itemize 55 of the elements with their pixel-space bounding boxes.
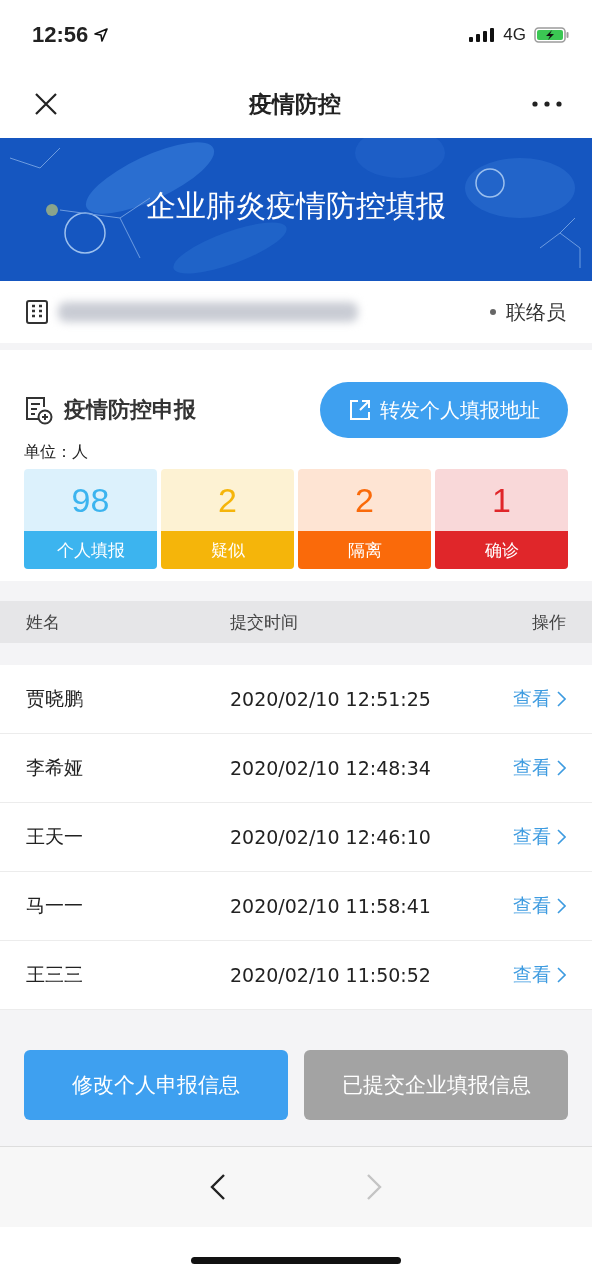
unit-label: 单位：人: [24, 442, 89, 463]
view-label: 查看: [513, 686, 551, 711]
role-label: 联络员: [506, 298, 566, 326]
view-label: 查看: [513, 893, 551, 918]
back-icon[interactable]: [210, 1173, 226, 1201]
status-time: 12:56: [32, 22, 89, 48]
banner-title: 企业肺炎疫情防控填报: [146, 187, 446, 225]
name-cell-text: 李希娅: [26, 755, 84, 780]
chevron-right-icon: [557, 967, 566, 983]
view-link[interactable]: 查看: [506, 824, 566, 850]
share-icon: [348, 398, 372, 422]
chevron-right-icon: [557, 829, 566, 845]
stat-label: 隔离: [298, 531, 431, 569]
view-link[interactable]: 查看: [506, 893, 566, 919]
stat-label: 疑似: [161, 531, 294, 569]
chevron-right-icon: [557, 691, 566, 707]
stat-value: 2: [217, 479, 238, 521]
network-label: 4G: [503, 25, 526, 45]
name-cell-text: 王天一: [26, 824, 84, 849]
stat-value: 1: [491, 479, 512, 521]
time-cell-text: 2020/02/10 12:51:25: [230, 688, 432, 710]
view-label: 查看: [513, 755, 551, 780]
view-link[interactable]: 查看: [506, 755, 566, 781]
page-title: 疫情防控: [249, 89, 341, 119]
section-title: 疫情防控申报: [64, 396, 196, 424]
name-cell-text: 马一一: [26, 893, 84, 918]
stat-label: 确诊: [435, 531, 568, 569]
stat-value: 98: [70, 479, 111, 521]
chevron-right-icon: [557, 898, 566, 914]
form-add-icon: [24, 395, 54, 425]
column-header: 提交时间: [230, 610, 299, 634]
time-cell-text: 2020/02/10 11:58:41: [230, 895, 432, 917]
time-cell-text: 2020/02/10 11:50:52: [230, 964, 432, 986]
column-header: 姓名: [26, 610, 61, 634]
bullet-icon: [490, 309, 496, 315]
time-cell-text: 2020/02/10 12:48:34: [230, 757, 432, 779]
more-icon[interactable]: [532, 101, 562, 107]
action-button[interactable]: 修改个人申报信息: [24, 1050, 288, 1120]
battery-icon: [534, 27, 570, 43]
view-link[interactable]: 查看: [506, 686, 566, 712]
view-label: 查看: [513, 962, 551, 987]
view-label: 查看: [513, 824, 551, 849]
stat-value: 2: [354, 479, 375, 521]
column-header: 操作: [531, 610, 566, 634]
view-link[interactable]: 查看: [506, 962, 566, 988]
chevron-right-icon: [557, 760, 566, 776]
close-icon[interactable]: [34, 92, 58, 116]
name-cell-text: 王三三: [26, 962, 84, 987]
signal-icon: [469, 28, 496, 42]
location-arrow-icon: [94, 28, 109, 42]
name-cell-text: 贾晓鹏: [26, 686, 84, 711]
stat-label: 个人填报: [24, 531, 157, 569]
building-icon: [26, 300, 48, 324]
share-button[interactable]: 转发个人填报地址: [320, 382, 568, 438]
time-cell-text: 2020/02/10 12:46:10: [230, 826, 432, 848]
